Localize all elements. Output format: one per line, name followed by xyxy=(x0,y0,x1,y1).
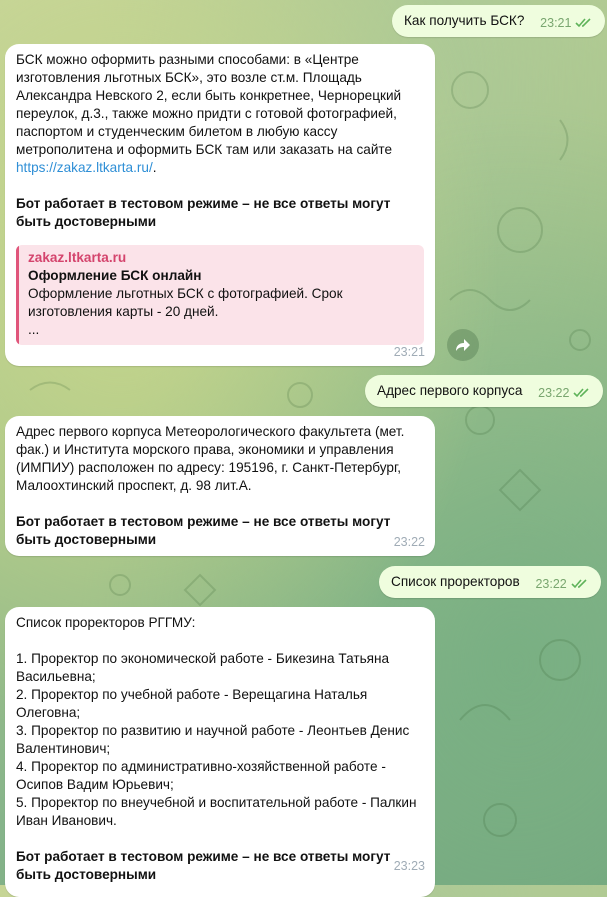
preview-more: ... xyxy=(28,322,40,337)
message-text: Как получить БСК? xyxy=(404,13,525,28)
double-check-icon xyxy=(573,388,590,398)
share-button[interactable] xyxy=(447,329,479,361)
incoming-message[interactable]: Адрес первого корпуса Метеорологического… xyxy=(5,416,435,556)
message-heading: Список проректоров РГГМУ: xyxy=(16,615,196,630)
preview-title: Оформление БСК онлайн xyxy=(28,268,202,283)
message-time: 23:22 xyxy=(393,535,425,549)
message-time: 23:22 xyxy=(538,386,570,400)
outgoing-message[interactable]: Список проректоров 23:22 xyxy=(379,566,601,598)
double-check-icon xyxy=(575,18,592,28)
message-time: 23:22 xyxy=(535,577,567,591)
message-text: БСК можно оформить разными способами: в … xyxy=(16,52,402,157)
link-preview[interactable]: zakaz.ltkarta.ru Оформление БСК онлайн О… xyxy=(16,245,424,345)
share-arrow-icon xyxy=(456,339,470,351)
message-link[interactable]: https://zakaz.ltkarta.ru/ xyxy=(16,160,153,175)
disclaimer-text: Бот работает в тестовом режиме – не все … xyxy=(16,196,391,229)
disclaimer-text: Бот работает в тестовом режиме – не все … xyxy=(16,514,391,547)
message-time: 23:23 xyxy=(393,859,425,873)
preview-description: Оформление льготных БСК с фотографией. С… xyxy=(28,286,343,319)
message-text: Адрес первого корпуса xyxy=(377,383,523,398)
double-check-icon xyxy=(571,579,587,589)
message-time: 23:21 xyxy=(393,345,425,359)
list-item: 4. Проректор по административно-хозяйств… xyxy=(16,759,386,792)
message-time: 23:21 xyxy=(540,16,572,30)
message-text: Адрес первого корпуса Метеорологического… xyxy=(16,424,405,493)
disclaimer-text: Бот работает в тестовом режиме – не все … xyxy=(16,849,391,882)
message-text: Список проректоров xyxy=(391,574,520,589)
list-item: 5. Проректор по внеучебной и воспитатель… xyxy=(16,795,417,828)
incoming-message[interactable]: Список проректоров РГГМУ: 1. Проректор п… xyxy=(5,607,435,897)
prorector-list: 1. Проректор по экономической работе - Б… xyxy=(16,650,424,830)
list-item: 2. Проректор по учебной работе - Верещаг… xyxy=(16,687,368,720)
list-item: 1. Проректор по экономической работе - Б… xyxy=(16,651,390,684)
list-item: 3. Проректор по развитию и научной работ… xyxy=(16,723,410,756)
preview-site: zakaz.ltkarta.ru xyxy=(28,250,127,265)
outgoing-message[interactable]: Адрес первого корпуса 23:22 xyxy=(365,375,604,407)
outgoing-message[interactable]: Как получить БСК? 23:21 xyxy=(392,5,606,37)
incoming-message[interactable]: БСК можно оформить разными способами: в … xyxy=(5,44,435,366)
